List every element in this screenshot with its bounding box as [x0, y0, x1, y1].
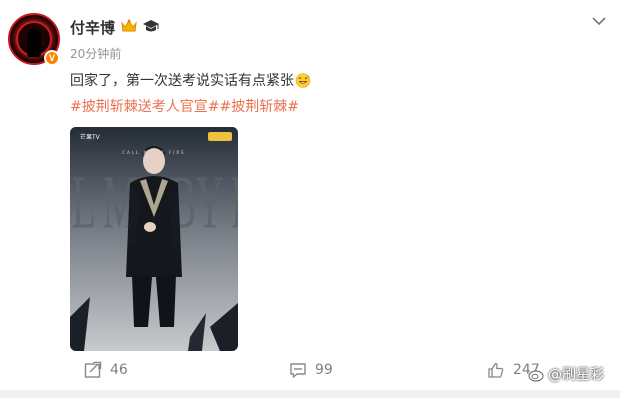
graduation-cap-icon[interactable]: [142, 18, 160, 34]
weibo-post-card: V 付辛博 20分钟前 回家了，第一次送考说实话有点紧张 #披荆斩棘送考人官宣#…: [0, 0, 620, 390]
post-text: 回家了，第一次送考说实话有点紧张: [70, 70, 311, 90]
hashtag-link[interactable]: #披荆斩棘送考人官宣#: [70, 99, 219, 115]
action-bar: 46 99 247: [0, 355, 620, 389]
grin-sweat-emoji-icon: [295, 73, 311, 88]
comment-button[interactable]: 99: [289, 361, 333, 379]
poster-logo: 芒果TV: [80, 133, 101, 141]
hashtag-row: #披荆斩棘送考人官宣##披荆斩棘#: [70, 96, 299, 116]
post-timestamp[interactable]: 20分钟前: [70, 45, 121, 62]
comment-icon: [290, 363, 306, 378]
thumbs-up-icon: [488, 362, 504, 378]
poster-top-caption: CALL ME BY FIRE: [122, 150, 186, 155]
watermark: @刷星彩: [528, 364, 604, 384]
crown-badge-icon[interactable]: [120, 18, 138, 34]
post-text-content: 回家了，第一次送考说实话有点紧张: [70, 73, 294, 89]
watermark-text: @刷星彩: [548, 367, 604, 383]
verified-badge-icon: V: [44, 50, 60, 66]
avatar-figure: [27, 29, 41, 57]
share-button[interactable]: 46: [84, 361, 128, 379]
chevron-down-icon[interactable]: [592, 16, 606, 26]
poster-illustration: CALL ME BY FIRE 芒果TV CALL ME BY FIRE: [70, 127, 238, 351]
feed-separator: [0, 390, 620, 398]
hashtag-link[interactable]: #披荆斩棘#: [219, 99, 298, 115]
weibo-logo-icon: [528, 367, 545, 382]
share-icon: [84, 361, 102, 378]
post-image[interactable]: CALL ME BY FIRE 芒果TV CALL ME BY FIRE: [70, 127, 238, 351]
username[interactable]: 付辛博: [70, 17, 115, 38]
comment-count: 99: [315, 362, 333, 378]
share-count: 46: [110, 362, 128, 378]
